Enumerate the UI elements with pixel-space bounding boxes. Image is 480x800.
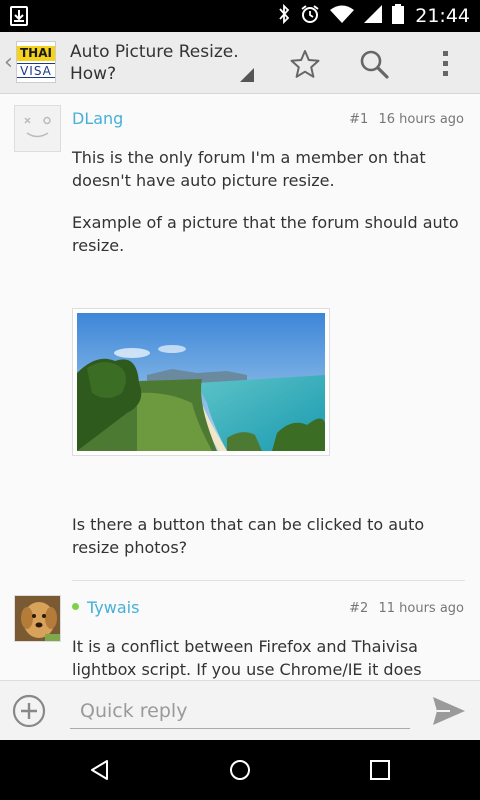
add-attachment-button[interactable]: [12, 694, 46, 728]
title-dropdown-caret-icon[interactable]: [240, 68, 254, 82]
avatar-dog[interactable]: [14, 595, 61, 642]
post-author-name[interactable]: Tywais: [87, 598, 139, 617]
download-icon: [10, 6, 28, 26]
battery-icon: [392, 4, 404, 28]
thread-content[interactable]: DLang #1 16 hours ago This is the only f…: [0, 95, 480, 680]
action-bar: ‹ THAI VISA Auto Picture Resize. How?: [0, 32, 480, 94]
post-time: 16 hours ago: [378, 112, 464, 127]
post-image[interactable]: [72, 308, 330, 456]
online-indicator-icon: [72, 603, 79, 610]
bluetooth-icon: [278, 3, 290, 28]
send-icon: [433, 697, 465, 725]
logo-top-text: THAI: [17, 46, 55, 61]
search-icon[interactable]: [354, 44, 394, 84]
post-meta: #1 16 hours ago: [349, 112, 464, 127]
logo-bottom-text: VISA: [17, 63, 55, 78]
overflow-menu-icon[interactable]: [425, 44, 465, 84]
quick-reply-input[interactable]: [70, 693, 410, 729]
post-paragraph: This is the only forum I'm a member on t…: [72, 148, 426, 190]
quick-reply-bar: [0, 680, 480, 740]
post-time: 11 hours ago: [378, 601, 464, 616]
recents-icon[interactable]: [364, 754, 396, 786]
star-icon[interactable]: [285, 44, 325, 84]
home-icon[interactable]: [224, 754, 256, 786]
plus-circle-icon: [12, 694, 46, 728]
post-paragraph: It is a conflict between Firefox and Tha…: [72, 637, 422, 679]
status-time: 21:44: [415, 5, 470, 27]
status-icons: [278, 3, 404, 28]
post-paragraph: Example of a picture that the forum shou…: [72, 213, 459, 255]
back-chevron-icon[interactable]: ‹: [4, 50, 13, 75]
app-logo[interactable]: THAI VISA: [16, 41, 56, 83]
wifi-icon: [330, 5, 354, 27]
post-paragraph: Is there a button that can be clicked to…: [72, 515, 425, 557]
send-button[interactable]: [432, 695, 466, 727]
back-icon[interactable]: [84, 754, 116, 786]
post-number[interactable]: #2: [349, 601, 368, 616]
post-author[interactable]: DLang: [72, 109, 123, 128]
post-meta: #2 11 hours ago: [349, 601, 464, 616]
alarm-icon: [300, 4, 320, 28]
post-number[interactable]: #1: [349, 112, 368, 127]
post-divider: [72, 580, 465, 581]
post-author[interactable]: Tywais: [72, 598, 139, 617]
system-nav-bar: [0, 740, 480, 800]
avatar-default[interactable]: [14, 105, 61, 152]
page-title[interactable]: Auto Picture Resize. How?: [70, 41, 240, 85]
signal-icon: [364, 5, 382, 27]
beach-landscape-image: [77, 313, 325, 451]
status-bar: 21:44: [0, 0, 480, 32]
